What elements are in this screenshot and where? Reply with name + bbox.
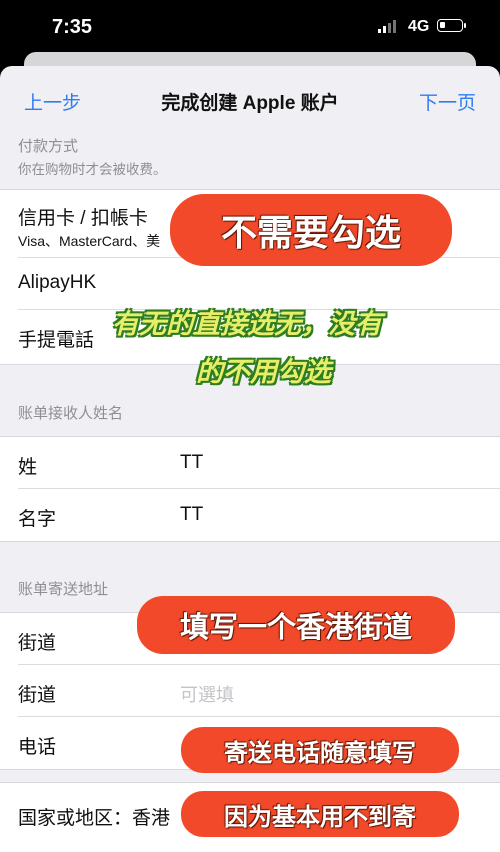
next-button[interactable]: 下一页	[419, 88, 476, 115]
last-name-input[interactable]: TT	[180, 452, 203, 474]
payment-option-label: 信用卡 / 扣帳卡	[18, 208, 148, 229]
first-name-label: 名字	[18, 509, 57, 530]
network-type: 4G	[408, 18, 430, 35]
country-region-label: 国家或地区：香港	[18, 808, 171, 829]
street-line1-label: 街道	[18, 633, 57, 654]
payment-section-header: 付款方式	[18, 138, 79, 155]
payment-option-label: AlipayHK	[18, 272, 97, 293]
last-name-row[interactable]: 姓 TT	[0, 437, 500, 489]
billing-address-header: 账单寄送地址	[18, 581, 109, 598]
battery-icon	[437, 19, 466, 32]
street-line2-input[interactable]: 可選填	[180, 681, 234, 707]
payment-option-label: 手提電話	[18, 330, 95, 351]
first-name-row[interactable]: 名字 TT	[0, 489, 500, 541]
phone-label: 电话	[18, 737, 57, 758]
annotation-phone-hint: 寄送电话随意填写	[181, 727, 459, 773]
billing-name-group: 姓 TT 名字 TT	[0, 436, 500, 542]
annotation-hk-street: 填写一个香港街道	[137, 596, 455, 654]
navigation-bar: 上一步 完成创建 Apple 账户 下一页	[0, 66, 500, 126]
status-time: 7:35	[52, 16, 93, 38]
payment-option-sublabel: Visa、MasterCard、美	[18, 233, 161, 249]
last-name-label: 姓	[18, 457, 38, 478]
annotation-mail-hint: 因为基本用不到寄	[181, 791, 459, 837]
annotation-green-line2: 的不用勾选	[196, 357, 331, 387]
annotation-green-line1: 有无的直接选无，没有	[112, 309, 382, 339]
first-name-input[interactable]: TT	[180, 504, 203, 526]
payment-section-subheader: 你在购物时才会被收费。	[18, 162, 167, 177]
street-line2-row[interactable]: 街道 可選填	[0, 665, 500, 717]
street-line2-label: 街道	[18, 685, 57, 706]
annotation-no-check: 不需要勾选	[170, 194, 452, 266]
billing-name-header: 账单接收人姓名	[18, 405, 124, 422]
cellular-signal-icon	[378, 19, 396, 33]
status-bar: 7:35 4G	[0, 0, 500, 56]
